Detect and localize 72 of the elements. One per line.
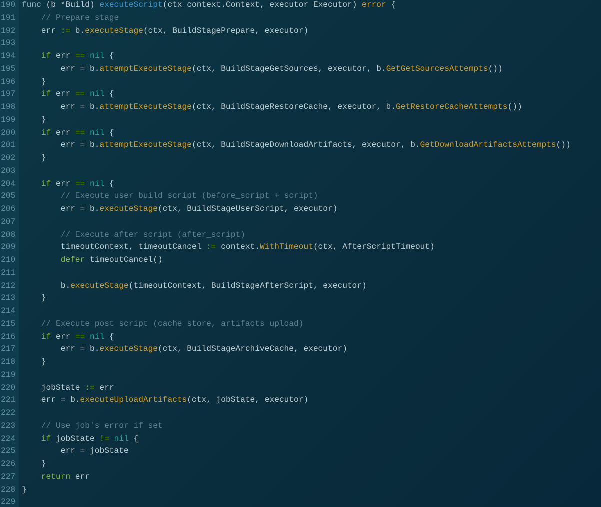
code-line: // Use job's error if set bbox=[40, 420, 163, 433]
code-line: err := b.executeStage(ctx, BuildStagePrepare, executor) bbox=[40, 26, 309, 38]
code-line: // Execute after script (after_script) bbox=[60, 230, 246, 242]
code-line: } bbox=[40, 459, 46, 471]
line-number: 218 bbox=[0, 357, 19, 370]
line-number: 202 bbox=[0, 153, 19, 166]
code-line: // Execute user build script (before_script + script) bbox=[60, 191, 318, 204]
code-line: err = jobState bbox=[60, 446, 129, 458]
line-number: 197 bbox=[0, 89, 19, 102]
code-line: } bbox=[40, 153, 46, 165]
line-number: 217 bbox=[0, 344, 19, 357]
code-line: err = b.executeStage(ctx, BuildStageUserScript, executor) bbox=[60, 204, 338, 216]
line-number: 226 bbox=[0, 459, 19, 472]
code-line: // Execute post script (cache store, artifacts upload) bbox=[40, 318, 304, 331]
line-number: 209 bbox=[0, 242, 19, 255]
line-number: 206 bbox=[0, 204, 19, 217]
line-number: 190 bbox=[0, 0, 19, 13]
line-number: 215 bbox=[0, 318, 19, 332]
line-number: 221 bbox=[0, 395, 19, 408]
code-line: jobState := err bbox=[40, 382, 114, 394]
line-number: 211 bbox=[0, 268, 19, 280]
code-line: defer timeoutCancel() bbox=[60, 255, 163, 267]
line-number: 222 bbox=[0, 408, 19, 421]
code-line: err = b.executeUploadArtifacts(ctx, jobState, executor) bbox=[40, 395, 309, 408]
code-line: err = b.attemptExecuteStage(ctx, BuildStageDownloadArtifacts, executor, b.GetDownloadArtifactsAttempts()) bbox=[60, 140, 571, 152]
code-line: if jobState != nil { bbox=[40, 434, 139, 446]
line-number: 208 bbox=[0, 230, 19, 242]
line-number: 220 bbox=[0, 382, 19, 396]
line-number: 195 bbox=[0, 64, 19, 76]
line-number: 212 bbox=[0, 280, 19, 294]
code-line: if err == nil { bbox=[40, 89, 114, 102]
line-number: 194 bbox=[0, 51, 19, 64]
code-line: err = b.attemptExecuteStage(ctx, BuildStageGetSources, executor, b.GetGetSourcesAttempts()) bbox=[60, 64, 503, 76]
code-line: } bbox=[40, 76, 46, 88]
code-line: err = b.attemptExecuteStage(ctx, BuildStageRestoreCache, executor, b.GetRestoreCacheAttempts()) bbox=[60, 102, 522, 114]
code-line: } bbox=[21, 484, 27, 496]
line-number: 203 bbox=[0, 166, 19, 178]
line-number: 207 bbox=[0, 216, 19, 230]
line-number: 198 bbox=[0, 102, 19, 115]
line-number: 205 bbox=[0, 191, 19, 204]
line-number: 204 bbox=[0, 178, 19, 192]
line-number: 223 bbox=[0, 420, 19, 434]
code-line: return err bbox=[40, 472, 90, 484]
code-line: func (b *Build) executeScript(ctx context.Context, executor Executor) error { bbox=[21, 0, 396, 12]
code-line: } bbox=[40, 357, 46, 369]
code-line: err = b.executeStage(ctx, BuildStageArchiveCache, executor) bbox=[60, 344, 348, 356]
line-number: 229 bbox=[0, 497, 19, 507]
code-line: } bbox=[40, 293, 46, 306]
line-number: 201 bbox=[0, 140, 19, 153]
line-number: 219 bbox=[0, 370, 19, 382]
line-number: 191 bbox=[0, 12, 19, 26]
line-number: 228 bbox=[0, 484, 19, 498]
code-line: if err == nil { bbox=[40, 128, 114, 140]
line-number: 216 bbox=[0, 332, 19, 344]
line-number: 200 bbox=[0, 128, 19, 140]
line-number: 196 bbox=[0, 76, 19, 90]
code-line: if err == nil { bbox=[40, 51, 114, 63]
line-number: 225 bbox=[0, 446, 19, 459]
line-number: 224 bbox=[0, 434, 19, 446]
code-line: // Prepare stage bbox=[40, 12, 120, 25]
code-line: } bbox=[40, 114, 46, 127]
code-line: if err == nil { bbox=[40, 178, 114, 190]
line-number: 193 bbox=[0, 38, 19, 51]
code-line: if err == nil { bbox=[40, 332, 114, 344]
line-number: 210 bbox=[0, 255, 19, 268]
line-number: 213 bbox=[0, 293, 19, 306]
line-number: 227 bbox=[0, 472, 19, 484]
code-line: b.executeStage(timeoutContext, BuildStageAfterScript, executor) bbox=[60, 280, 367, 292]
line-number: 214 bbox=[0, 306, 19, 319]
line-number: 192 bbox=[0, 26, 19, 38]
line-number: 199 bbox=[0, 114, 19, 128]
code-line: timeoutContext, timeoutCancel := context.WithTimeout(ctx, AfterScriptTimeout) bbox=[60, 242, 435, 254]
